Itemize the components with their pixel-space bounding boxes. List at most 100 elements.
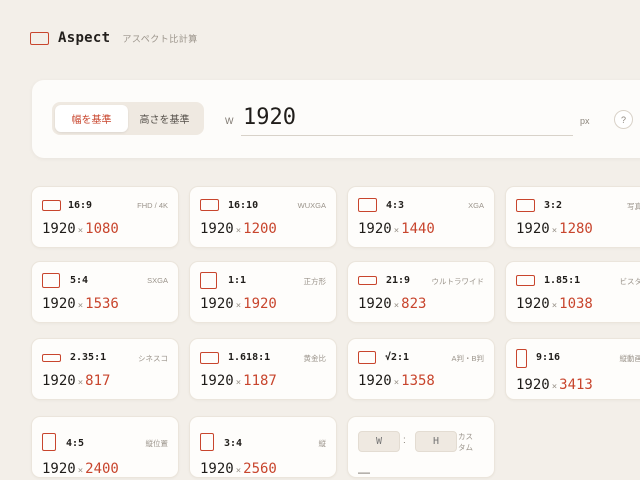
app-title: Aspect — [58, 30, 111, 46]
ratio-card-4-3[interactable]: 4:3 XGA 1920 × 1440 — [347, 186, 495, 248]
ratio-desc: 縦 — [318, 439, 327, 448]
result-height: 1920 — [243, 296, 277, 312]
times-sign: × — [77, 378, 84, 388]
result-width: 1920 — [516, 296, 550, 312]
result-height: 823 — [401, 296, 427, 312]
ratio-label: 16:10 — [228, 200, 259, 211]
help-button[interactable]: ? — [614, 110, 633, 129]
times-sign: × — [77, 301, 84, 311]
ratio-desc: XGA — [468, 201, 484, 210]
ratio-desc: 正方形 — [303, 277, 327, 286]
ratio-card-5-4[interactable]: 5:4 SXGA 1920 × 1536 — [31, 261, 179, 323]
ratio-label: 3:2 — [544, 200, 563, 211]
ratio-desc: シネスコ — [138, 354, 168, 363]
result-height: 2400 — [85, 461, 119, 477]
times-sign: × — [235, 301, 242, 311]
times-sign: × — [235, 226, 242, 236]
result-value: 1920 × 817 — [42, 373, 110, 389]
aspect-frame-icon — [42, 354, 61, 362]
result-value: 1920 × 1358 — [358, 373, 435, 389]
aspect-frame-icon — [42, 200, 61, 211]
ratio-card-sqrt2[interactable]: √2:1 A判・B判 1920 × 1358 — [347, 338, 495, 400]
aspect-frame-icon — [200, 199, 219, 211]
result-width: 1920 — [358, 296, 392, 312]
dimension-label: W — [225, 116, 234, 126]
result-width: 1920 — [200, 461, 234, 477]
result-height: 2560 — [243, 461, 277, 477]
ratio-card-golden[interactable]: 1.618:1 黄金比 1920 × 1187 — [189, 338, 337, 400]
ratio-label: 4:5 — [66, 438, 85, 449]
aspect-frame-icon — [358, 198, 377, 212]
ratio-card-16-10[interactable]: 16:10 WUXGA 1920 × 1200 — [189, 186, 337, 248]
aspect-frame-icon — [516, 349, 527, 368]
base-value-input[interactable] — [241, 100, 573, 136]
aspect-frame-icon — [30, 31, 49, 45]
custom-ratio-card: : カスタム — — [347, 416, 495, 479]
custom-label: カスタム — [458, 432, 473, 452]
result-height: 1440 — [401, 221, 435, 237]
ratio-label: 2.35:1 — [70, 352, 107, 363]
ratio-desc: ウルトラワイド — [431, 277, 485, 286]
result-width: 1920 — [42, 461, 76, 477]
ratio-desc: 写真 — [627, 202, 640, 211]
result-width: 1920 — [42, 296, 76, 312]
ratio-label: 5:4 — [70, 275, 89, 286]
times-sign: × — [235, 466, 242, 476]
ratio-desc: ビスタ — [619, 277, 640, 286]
ratio-card-16-9[interactable]: 16:9 FHD / 4K 1920 × 1080 — [31, 186, 179, 248]
result-width: 1920 — [200, 296, 234, 312]
ratio-card-3-4[interactable]: 3:4 縦 1920 × 2560 — [189, 416, 337, 478]
result-width: 1920 — [200, 221, 234, 237]
ratio-label: 3:4 — [224, 438, 243, 449]
ratio-desc: WUXGA — [297, 201, 326, 210]
ratio-desc: 黄金比 — [303, 354, 327, 363]
result-height: 1358 — [401, 373, 435, 389]
times-sign: × — [393, 226, 400, 236]
app-header: Aspect アスペクト比計算 — [30, 28, 198, 48]
aspect-frame-icon — [200, 272, 217, 289]
aspect-frame-icon — [200, 352, 219, 364]
ratio-desc: FHD / 4K — [137, 201, 168, 210]
app-subtitle: アスペクト比計算 — [122, 33, 198, 44]
result-height: 817 — [85, 373, 111, 389]
result-height: 1200 — [243, 221, 277, 237]
ratio-label: 16:9 — [68, 200, 93, 211]
result-width: 1920 — [200, 373, 234, 389]
result-value: 1920 × 1038 — [516, 296, 593, 312]
custom-result: — — [358, 465, 370, 479]
result-value: 1920 × 1920 — [200, 296, 277, 312]
ratio-card-2-35-1[interactable]: 2.35:1 シネスコ 1920 × 817 — [31, 338, 179, 400]
mode-height-button[interactable]: 高さを基準 — [128, 105, 201, 132]
ratio-card-4-5[interactable]: 4:5 縦位置 1920 × 2400 — [31, 416, 179, 478]
times-sign: × — [551, 226, 558, 236]
result-width: 1920 — [358, 221, 392, 237]
result-value: 1920 × 1536 — [42, 296, 119, 312]
aspect-frame-icon — [358, 351, 376, 364]
ratio-label: 1.618:1 — [228, 352, 271, 363]
aspect-frame-icon — [42, 273, 60, 288]
custom-height-input[interactable] — [415, 431, 457, 452]
ratio-desc: 縦動画 — [619, 354, 640, 363]
result-value: 1920 × 3413 — [516, 377, 593, 393]
result-width: 1920 — [42, 221, 76, 237]
result-height: 1536 — [85, 296, 119, 312]
ratio-card-3-2[interactable]: 3:2 写真 1920 × 1280 — [505, 186, 640, 248]
mode-width-button[interactable]: 幅を基準 — [55, 105, 128, 132]
result-value: 1920 × 2560 — [200, 461, 277, 477]
aspect-frame-icon — [516, 199, 535, 212]
aspect-frame-icon — [42, 433, 56, 451]
ratio-card-9-16[interactable]: 9:16 縦動画 1920 × 3413 — [505, 338, 640, 400]
ratio-desc: SXGA — [147, 276, 168, 285]
result-value: 1920 × 823 — [358, 296, 426, 312]
result-width: 1920 — [42, 373, 76, 389]
ratio-label: 21:9 — [386, 275, 411, 286]
ratio-card-1-85-1[interactable]: 1.85:1 ビスタ 1920 × 1038 — [505, 261, 640, 323]
ratio-desc: 縦位置 — [145, 439, 169, 448]
custom-width-input[interactable] — [358, 431, 400, 452]
ratio-card-21-9[interactable]: 21:9 ウルトラワイド 1920 × 823 — [347, 261, 495, 323]
result-value: 1920 × 1187 — [200, 373, 277, 389]
times-sign: × — [393, 301, 400, 311]
result-height: 1038 — [559, 296, 593, 312]
result-value: 1920 × 1200 — [200, 221, 277, 237]
ratio-card-1-1[interactable]: 1:1 正方形 1920 × 1920 — [189, 261, 337, 323]
